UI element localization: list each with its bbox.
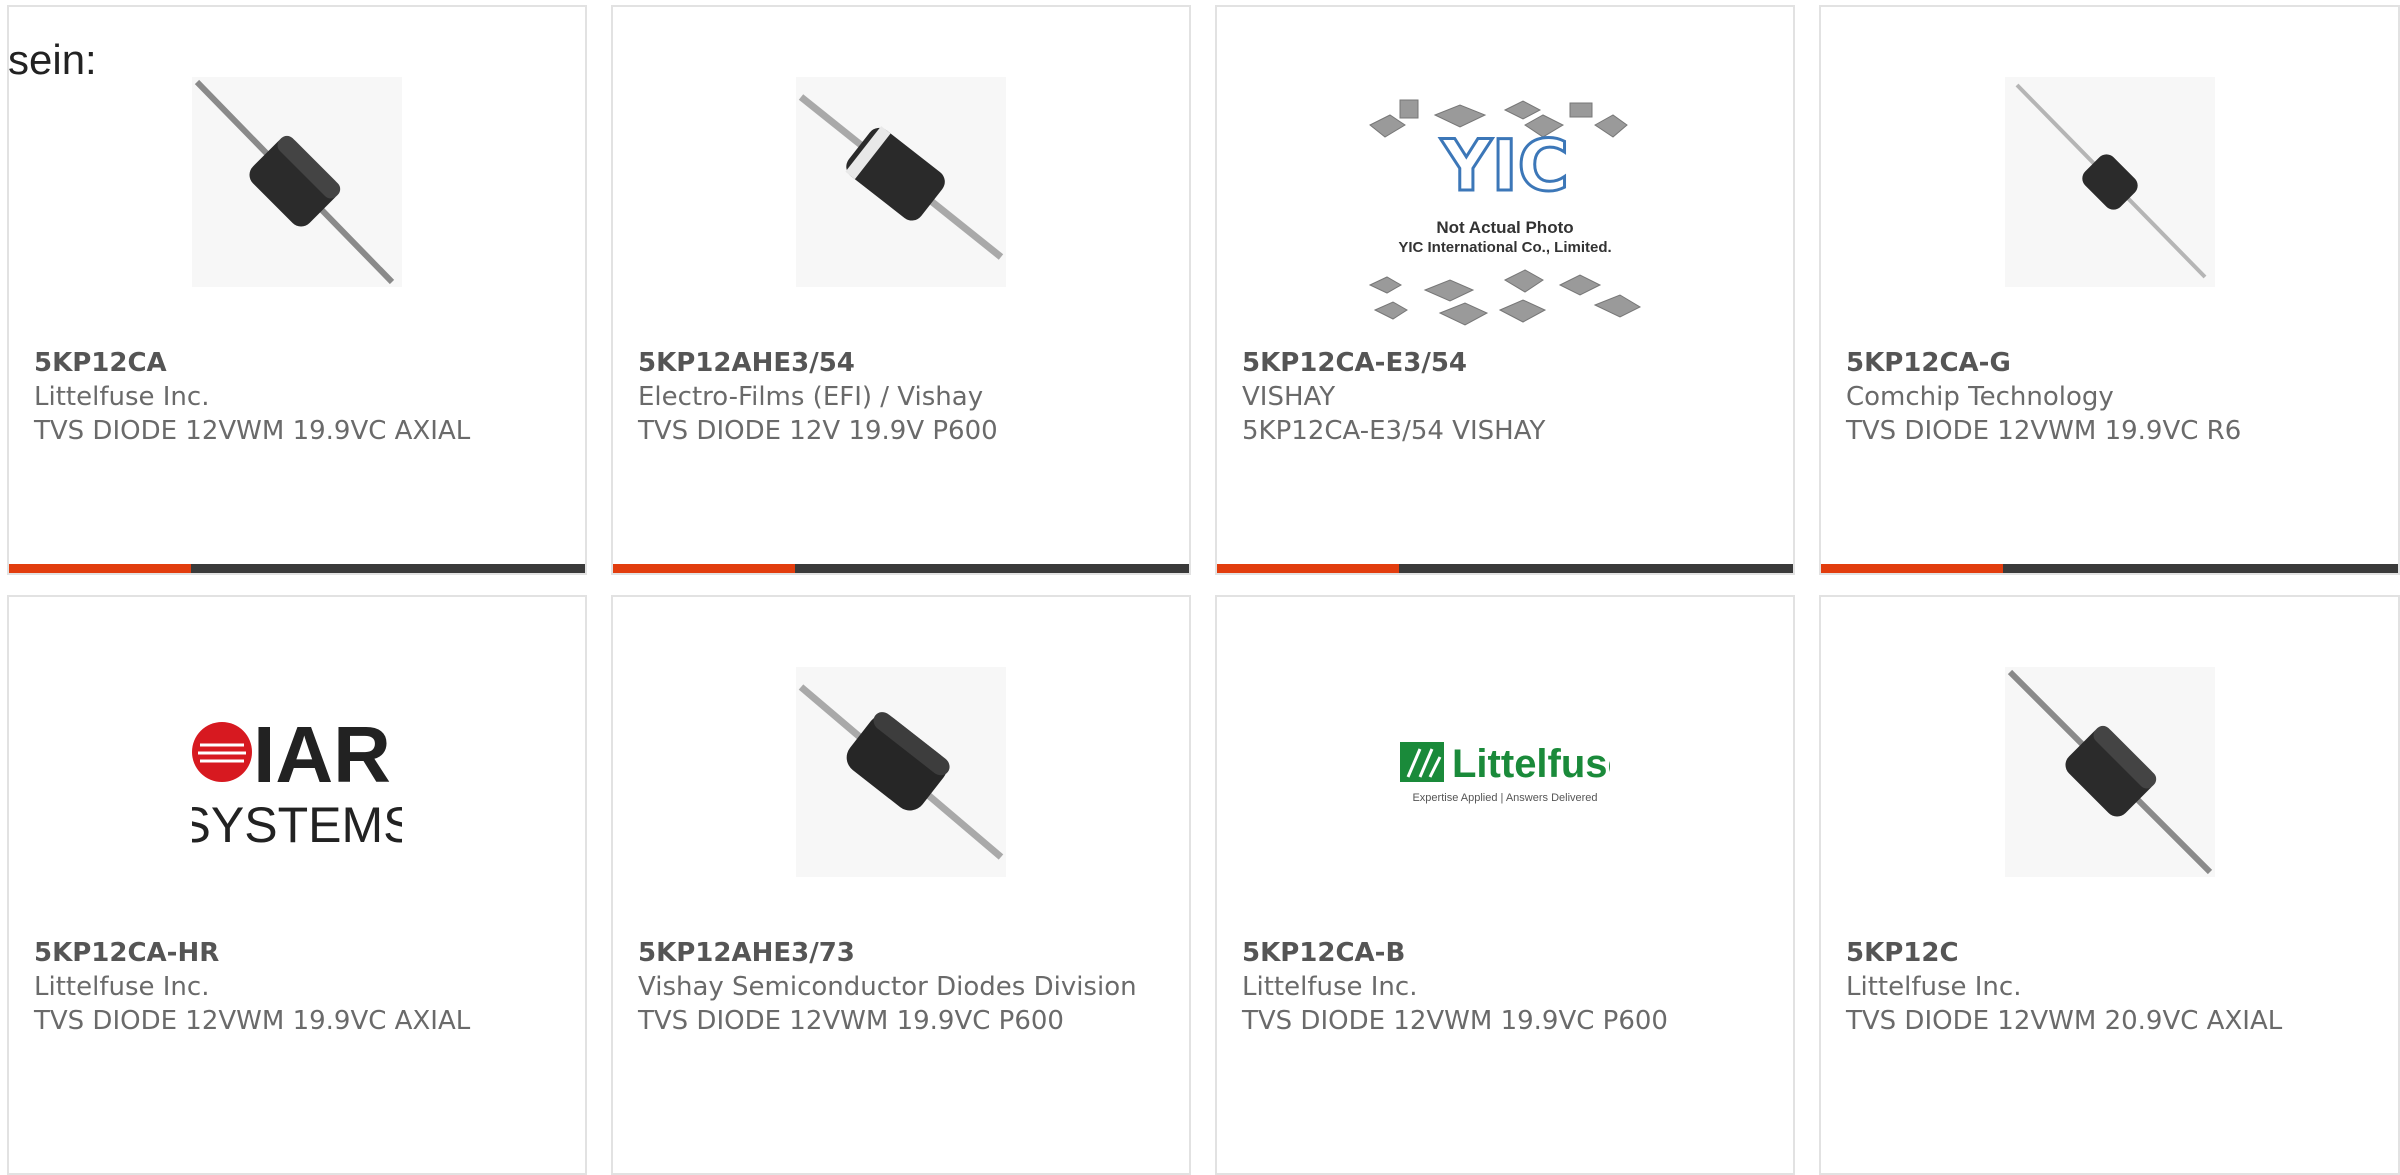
yic-line-2: YIC International Co., Limited. xyxy=(1398,239,1611,256)
product-info: 5KP12CA-E3/54 VISHAY 5KP12CA-E3/54 VISHA… xyxy=(1242,346,1773,448)
yic-not-actual-photo-icon: YIC Not Actual Photo YIC International C… xyxy=(1368,99,1642,326)
part-number[interactable]: 5KP12AHE3/54 xyxy=(638,346,1169,380)
axial-diode-band-photo-icon xyxy=(796,77,1006,287)
manufacturer: Vishay Semiconductor Diodes Division xyxy=(638,972,1137,1002)
part-number[interactable]: 5KP12CA-E3/54 xyxy=(1242,346,1773,380)
card-bottom-bar xyxy=(1217,564,1793,573)
product-info: 5KP12C Littelfuse Inc. TVS DIODE 12VWM 2… xyxy=(1846,936,2378,1038)
product-info: 5KP12AHE3/73 Vishay Semiconductor Diodes… xyxy=(638,936,1169,1038)
product-card[interactable]: 5KP12CA Littelfuse Inc. TVS DIODE 12VWM … xyxy=(7,5,587,575)
logo-line-1: IAR xyxy=(253,710,391,799)
product-info: 5KP12AHE3/54 Electro-Films (EFI) / Visha… xyxy=(638,346,1169,448)
manufacturer: Electro-Films (EFI) / Vishay xyxy=(638,382,984,412)
iar-systems-logo-icon: IAR SYSTEMS xyxy=(192,710,402,853)
description: TVS DIODE 12VWM 19.9VC R6 xyxy=(1846,416,2242,446)
product-image[interactable] xyxy=(1821,667,2398,877)
manufacturer: Littelfuse Inc. xyxy=(1242,972,1418,1002)
axial-diode-photo-icon xyxy=(192,77,402,287)
product-card[interactable]: IAR SYSTEMS 5KP12CA-HR Littelfuse Inc. T… xyxy=(7,595,587,1175)
product-card[interactable]: YIC Not Actual Photo YIC International C… xyxy=(1215,5,1795,575)
logo-line-1: Littelfuse xyxy=(1452,742,1610,786)
description: TVS DIODE 12VWM 20.9VC AXIAL xyxy=(1846,1006,2283,1036)
product-card[interactable]: 5KP12CA-G Comchip Technology TVS DIODE 1… xyxy=(1819,5,2400,575)
logo-line-2: Expertise Applied | Answers Delivered xyxy=(1412,792,1597,804)
card-accent xyxy=(9,564,191,573)
manufacturer: Comchip Technology xyxy=(1846,382,2114,412)
description: TVS DIODE 12VWM 19.9VC P600 xyxy=(1242,1006,1668,1036)
product-image[interactable] xyxy=(1821,77,2398,287)
manufacturer: VISHAY xyxy=(1242,382,1336,412)
product-image[interactable] xyxy=(613,77,1189,287)
product-card[interactable]: Littelfuse Expertise Applied | Answers D… xyxy=(1215,595,1795,1175)
product-card[interactable]: 5KP12C Littelfuse Inc. TVS DIODE 12VWM 2… xyxy=(1819,595,2400,1175)
product-grid: 5KP12CA Littelfuse Inc. TVS DIODE 12VWM … xyxy=(0,0,2400,1175)
part-number[interactable]: 5KP12CA-G xyxy=(1846,346,2378,380)
axial-diode-photo-icon xyxy=(2004,77,2215,287)
product-card[interactable]: 5KP12AHE3/73 Vishay Semiconductor Diodes… xyxy=(611,595,1191,1175)
manufacturer: Littelfuse Inc. xyxy=(34,972,210,1002)
card-bottom-bar xyxy=(9,564,585,573)
part-number[interactable]: 5KP12C xyxy=(1846,936,2378,970)
part-number[interactable]: 5KP12CA xyxy=(34,346,565,380)
part-number[interactable]: 5KP12AHE3/73 xyxy=(638,936,1169,970)
product-image[interactable]: Littelfuse Expertise Applied | Answers D… xyxy=(1217,722,1793,822)
card-accent xyxy=(613,564,795,573)
card-accent xyxy=(1217,564,1399,573)
product-image[interactable]: IAR SYSTEMS xyxy=(9,677,585,887)
product-info: 5KP12CA-B Littelfuse Inc. TVS DIODE 12VW… xyxy=(1242,936,1773,1038)
card-bottom-bar xyxy=(613,564,1189,573)
description: TVS DIODE 12VWM 19.9VC P600 xyxy=(638,1006,1064,1036)
svg-text:YIC: YIC xyxy=(1440,125,1569,207)
description: TVS DIODE 12VWM 19.9VC AXIAL xyxy=(34,1006,471,1036)
description: TVS DIODE 12V 19.9V P600 xyxy=(638,416,998,446)
description: 5KP12CA-E3/54 VISHAY xyxy=(1242,416,1546,446)
littelfuse-logo-icon: Littelfuse Expertise Applied | Answers D… xyxy=(1400,742,1610,804)
manufacturer: Littelfuse Inc. xyxy=(1846,972,2022,1002)
part-number[interactable]: 5KP12CA-HR xyxy=(34,936,565,970)
yic-line-1: Not Actual Photo xyxy=(1436,218,1573,237)
product-card[interactable]: 5KP12AHE3/54 Electro-Films (EFI) / Visha… xyxy=(611,5,1191,575)
product-image[interactable] xyxy=(9,77,585,287)
description: TVS DIODE 12VWM 19.9VC AXIAL xyxy=(34,416,471,446)
intro-text: sein: xyxy=(8,36,97,83)
part-number[interactable]: 5KP12CA-B xyxy=(1242,936,1773,970)
product-image[interactable] xyxy=(613,667,1189,877)
card-bottom-bar xyxy=(1821,564,2398,573)
axial-diode-photo-icon xyxy=(796,667,1006,877)
product-image[interactable]: YIC Not Actual Photo YIC International C… xyxy=(1217,92,1793,347)
logo-line-2: SYSTEMS xyxy=(192,797,402,853)
product-info: 5KP12CA Littelfuse Inc. TVS DIODE 12VWM … xyxy=(34,346,565,448)
manufacturer: Littelfuse Inc. xyxy=(34,382,210,412)
axial-diode-photo-icon xyxy=(2004,667,2215,877)
product-info: 5KP12CA-HR Littelfuse Inc. TVS DIODE 12V… xyxy=(34,936,565,1038)
card-accent xyxy=(1821,564,2003,573)
product-info: 5KP12CA-G Comchip Technology TVS DIODE 1… xyxy=(1846,346,2378,448)
